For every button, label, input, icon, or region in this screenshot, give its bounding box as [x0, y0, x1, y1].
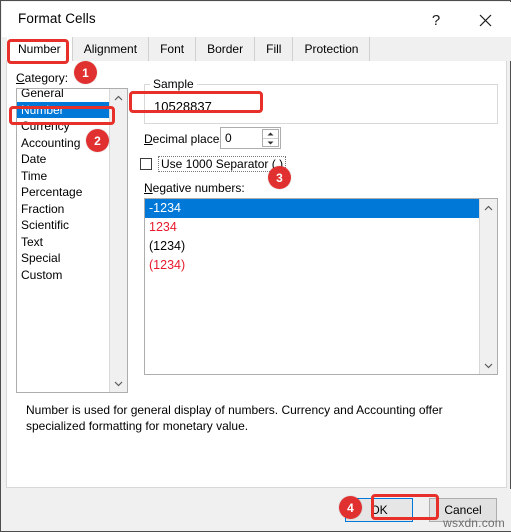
- category-scrollbar[interactable]: [109, 89, 127, 392]
- decimal-places-stepper[interactable]: [220, 127, 281, 149]
- format-cells-dialog: Format Cells ? Number Alignment Font Bor…: [0, 0, 511, 532]
- tab-alignment[interactable]: Alignment: [72, 37, 150, 61]
- tab-list: Number Alignment Font Border Fill Protec…: [7, 37, 371, 61]
- category-label-text: ategory:: [24, 71, 69, 85]
- tab-font-label: Font: [160, 42, 185, 56]
- category-listbox[interactable]: General Number Currency Accounting Date …: [16, 88, 128, 393]
- use-1000-separator-checkbox[interactable]: [140, 158, 152, 170]
- scroll-down-icon[interactable]: [110, 375, 127, 392]
- use-1000-separator-label: Use 1000 Separator (,): [158, 156, 287, 172]
- category-item-scientific[interactable]: Scientific: [17, 217, 110, 234]
- title-bar: Format Cells ?: [2, 2, 511, 37]
- annotation-badge-2: 2: [86, 129, 109, 152]
- help-icon[interactable]: ?: [416, 3, 456, 37]
- negative-numbers-label: Negative numbers:: [144, 181, 245, 195]
- sample-legend: Sample: [150, 77, 197, 91]
- category-item-general[interactable]: General: [17, 89, 110, 102]
- scroll-up-icon[interactable]: [480, 199, 497, 216]
- negative-numbers-items: -1234 1234 (1234) (1234): [145, 199, 480, 374]
- category-item-fraction[interactable]: Fraction: [17, 201, 110, 218]
- category-item-time[interactable]: Time: [17, 168, 110, 185]
- dialog-footer: OK Cancel wsxdn.com: [2, 489, 511, 531]
- negative-item-0[interactable]: -1234: [145, 199, 480, 218]
- category-description: Number is used for general display of nu…: [26, 403, 443, 433]
- tab-font[interactable]: Font: [149, 37, 197, 61]
- decimal-places-label: Decimal places:: [144, 132, 229, 146]
- dialog-title: Format Cells: [18, 11, 96, 26]
- negative-item-3[interactable]: (1234): [145, 256, 480, 275]
- category-item-text[interactable]: Text: [17, 234, 110, 251]
- negative-numbers-listbox[interactable]: -1234 1234 (1234) (1234): [144, 198, 498, 375]
- tab-protection-label: Protection: [304, 42, 359, 56]
- negative-numbers-scrollbar[interactable]: [479, 199, 497, 374]
- tab-protection[interactable]: Protection: [293, 37, 371, 61]
- cancel-button-label: Cancel: [444, 503, 482, 517]
- decimal-places-spin-buttons[interactable]: [262, 129, 279, 147]
- tab-border-label: Border: [207, 42, 244, 56]
- category-item-date[interactable]: Date: [17, 151, 110, 168]
- category-item-custom[interactable]: Custom: [17, 267, 110, 284]
- category-label: Category:: [16, 71, 69, 85]
- tab-strip: Number Alignment Font Border Fill Protec…: [2, 37, 511, 61]
- sample-value: 10528837: [154, 99, 212, 114]
- category-item-special[interactable]: Special: [17, 250, 110, 267]
- negative-item-2[interactable]: (1234): [145, 237, 480, 256]
- category-item-percentage[interactable]: Percentage: [17, 184, 110, 201]
- scroll-up-icon[interactable]: [110, 89, 127, 106]
- ok-button-label: OK: [370, 503, 388, 517]
- annotation-badge-4: 4: [339, 496, 362, 519]
- annotation-badge-1: 1: [74, 61, 97, 84]
- negative-numbers-label-text: egative numbers:: [152, 181, 245, 195]
- tab-number-label: Number: [18, 42, 61, 56]
- tab-fill[interactable]: Fill: [255, 37, 294, 61]
- watermark: wsxdn.com: [443, 516, 505, 530]
- spinner-up-icon[interactable]: [263, 130, 278, 138]
- tab-alignment-label: Alignment: [83, 42, 138, 56]
- spinner-down-icon[interactable]: [263, 138, 278, 147]
- decimal-places-input[interactable]: [221, 128, 261, 148]
- annotation-badge-3: 3: [268, 166, 291, 189]
- category-item-number[interactable]: Number: [17, 101, 110, 118]
- tab-number[interactable]: Number: [7, 37, 73, 61]
- number-tab-panel: Category: General Number Currency Accoun…: [6, 61, 507, 488]
- decimal-places-label-text: ecimal places:: [152, 132, 229, 146]
- tab-border[interactable]: Border: [196, 37, 256, 61]
- close-icon[interactable]: [465, 3, 505, 37]
- scroll-down-icon[interactable]: [480, 357, 497, 374]
- use-1000-separator-row[interactable]: Use 1000 Separator (,): [140, 156, 287, 172]
- tab-fill-label: Fill: [266, 42, 282, 56]
- negative-item-1[interactable]: 1234: [145, 218, 480, 237]
